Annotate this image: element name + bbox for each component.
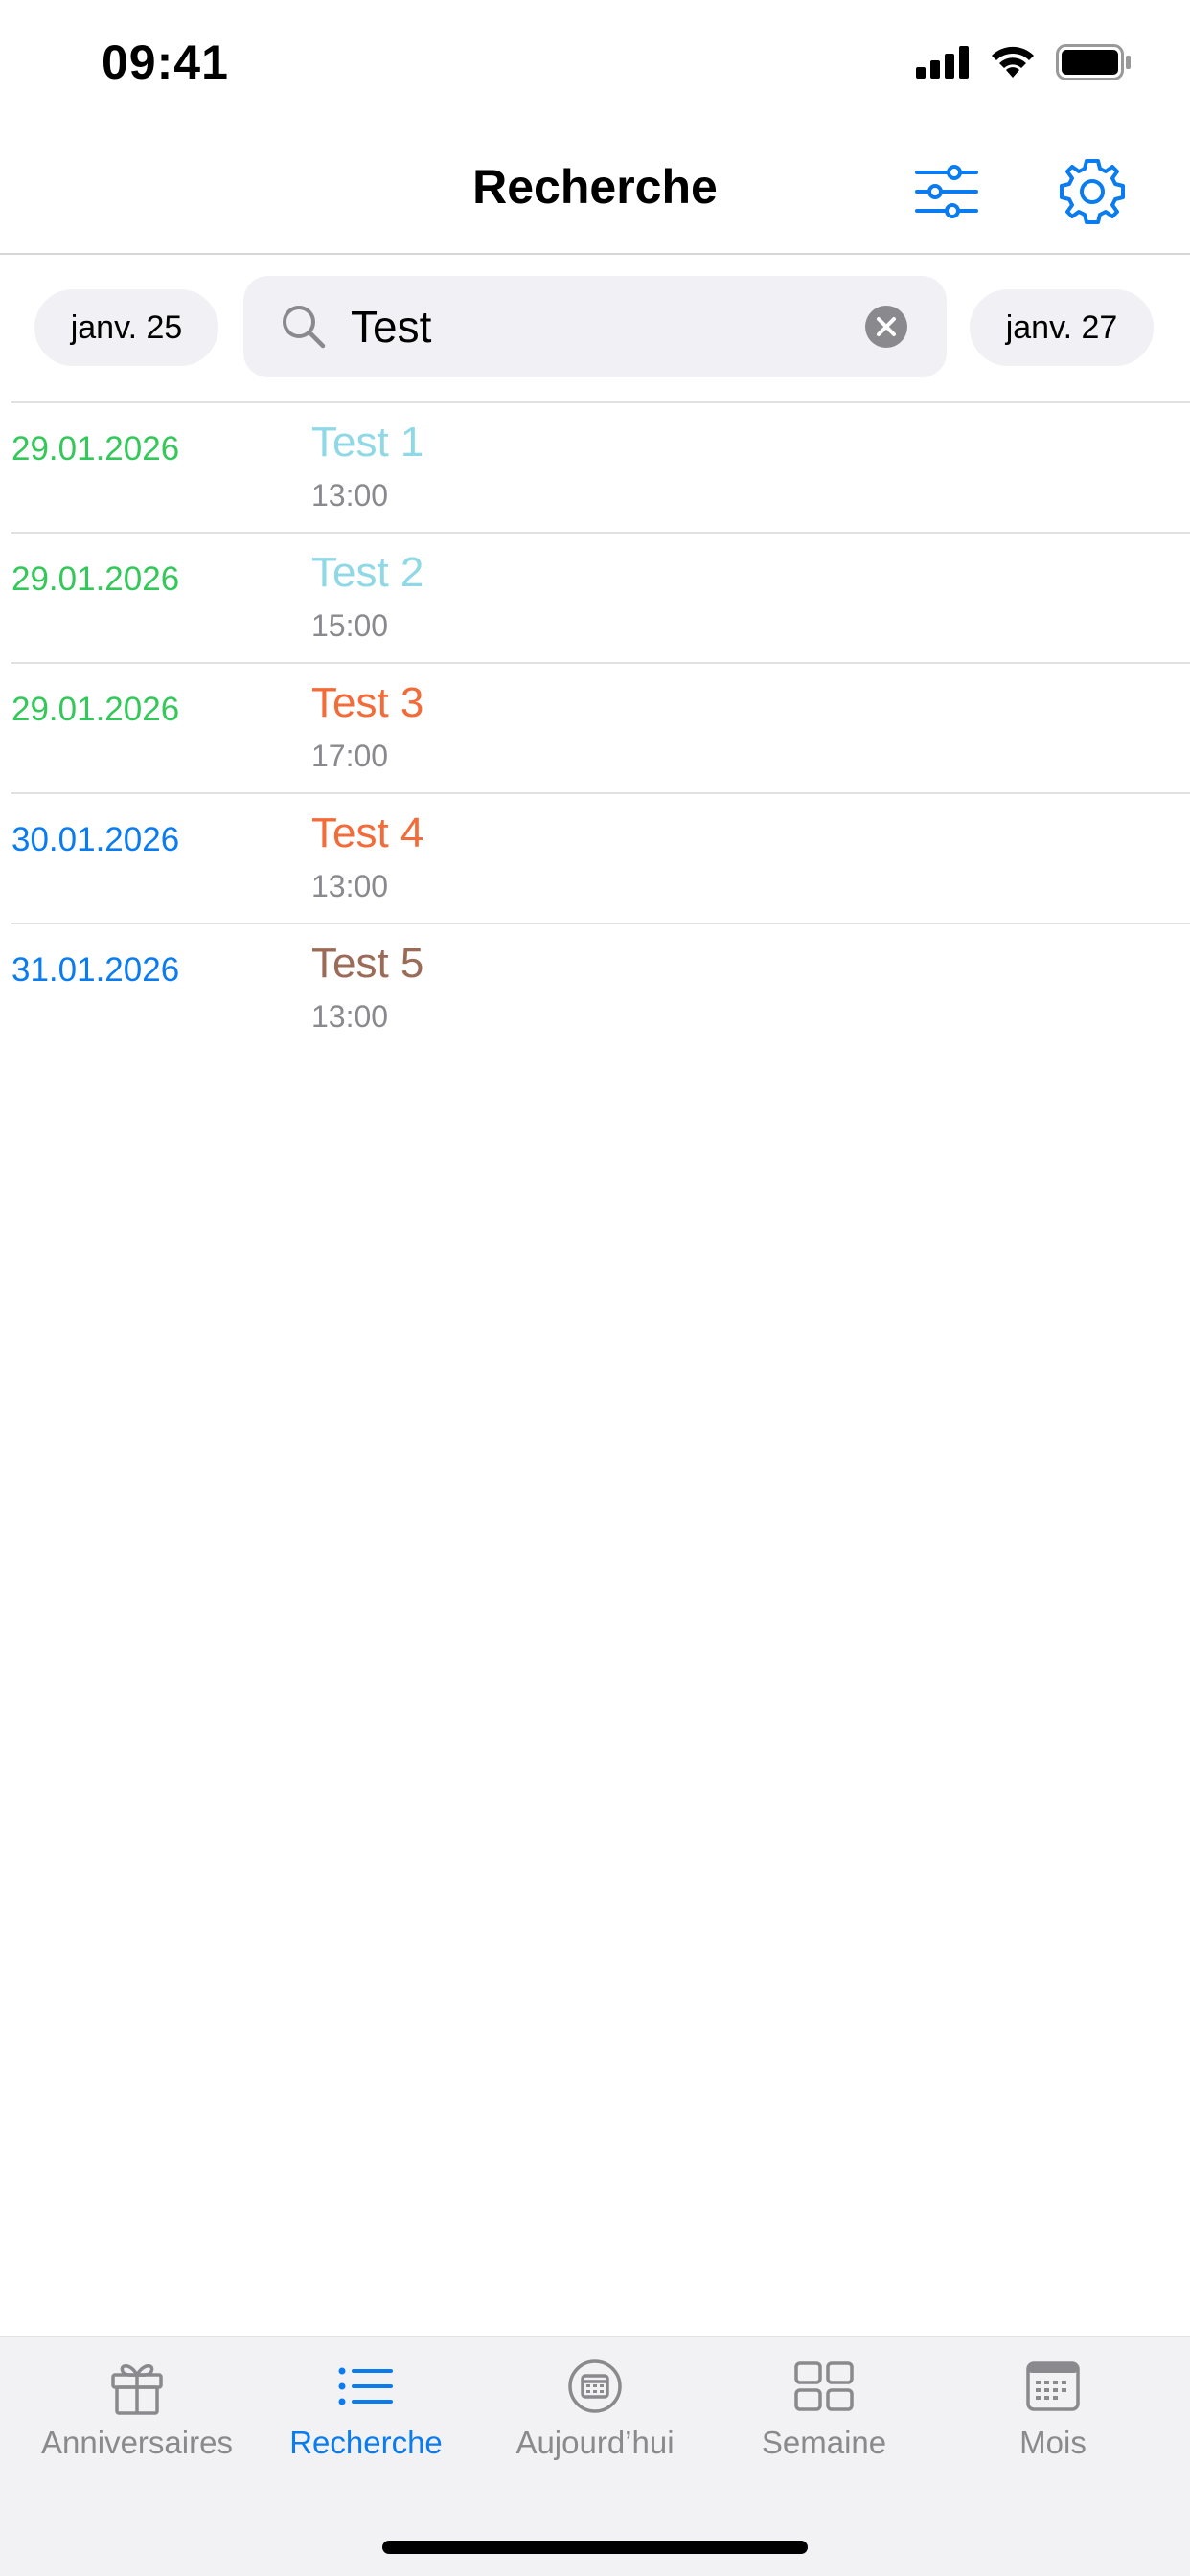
status-icons: [916, 44, 1133, 80]
tab-label: Mois: [1019, 2425, 1087, 2460]
tab-aujourdhui[interactable]: Aujourd’hui: [480, 2356, 710, 2471]
status-bar: 09:41: [0, 0, 1190, 125]
list-item[interactable]: 30.01.2026 Test 4 13:00: [11, 794, 1190, 924]
cellular-signal-icon: [916, 46, 969, 79]
tab-recherche[interactable]: Recherche: [251, 2356, 481, 2471]
search-field[interactable]: [243, 276, 947, 377]
next-date-button[interactable]: janv. 27: [970, 289, 1154, 366]
event-title: Test 2: [311, 549, 424, 596]
gear-icon: [1060, 159, 1125, 224]
event-date: 31.01.2026: [11, 951, 180, 989]
list-item[interactable]: 29.01.2026 Test 3 17:00: [11, 664, 1190, 794]
navigation-bar: Recherche: [0, 125, 1190, 255]
event-time: 13:00: [311, 478, 389, 513]
list-item[interactable]: 29.01.2026 Test 2 15:00: [11, 534, 1190, 664]
event-date: 29.01.2026: [11, 430, 180, 467]
list-item[interactable]: 29.01.2026 Test 1 13:00: [11, 403, 1190, 534]
previous-date-button[interactable]: janv. 25: [34, 289, 218, 366]
list-item[interactable]: 31.01.2026 Test 5 13:00: [11, 924, 1190, 1053]
event-time: 17:00: [311, 739, 389, 773]
event-date: 29.01.2026: [11, 691, 180, 728]
search-icon: [283, 306, 326, 349]
calendar-icon: [1026, 2361, 1080, 2411]
results-list: 29.01.2026 Test 1 13:00 29.01.2026 Test …: [11, 401, 1190, 1053]
battery-icon: [1056, 44, 1131, 80]
search-input[interactable]: [351, 295, 830, 358]
sliders-icon: [915, 165, 978, 218]
event-time: 13:00: [311, 999, 389, 1034]
event-time: 15:00: [311, 608, 389, 643]
tab-label: Recherche: [289, 2425, 443, 2460]
tab-label: Semaine: [761, 2425, 887, 2460]
home-indicator: [382, 2541, 808, 2554]
settings-button[interactable]: [1054, 153, 1131, 230]
gift-icon: [111, 2364, 163, 2415]
tab-label: Aujourd’hui: [515, 2425, 675, 2460]
event-title: Test 5: [311, 940, 424, 987]
event-title: Test 4: [311, 809, 424, 856]
event-time: 13:00: [311, 869, 389, 903]
search-row: janv. 25 janv. 27: [0, 276, 1190, 377]
today-icon: [568, 2359, 622, 2413]
grid-icon: [794, 2361, 854, 2411]
tab-label: Anniversaires: [41, 2425, 233, 2460]
tab-mois[interactable]: Mois: [938, 2356, 1168, 2471]
event-date: 30.01.2026: [11, 821, 180, 858]
tab-anniversaires[interactable]: Anniversaires: [22, 2356, 252, 2471]
event-title: Test 3: [311, 679, 424, 726]
event-title: Test 1: [311, 419, 424, 466]
event-date: 29.01.2026: [11, 560, 180, 598]
status-time: 09:41: [102, 35, 229, 89]
wifi-icon: [992, 46, 1034, 78]
list-icon: [338, 2367, 393, 2405]
page-title: Recherche: [472, 160, 718, 214]
tab-semaine[interactable]: Semaine: [709, 2356, 939, 2471]
filter-button[interactable]: [908, 153, 985, 230]
clear-search-icon[interactable]: [864, 305, 908, 349]
